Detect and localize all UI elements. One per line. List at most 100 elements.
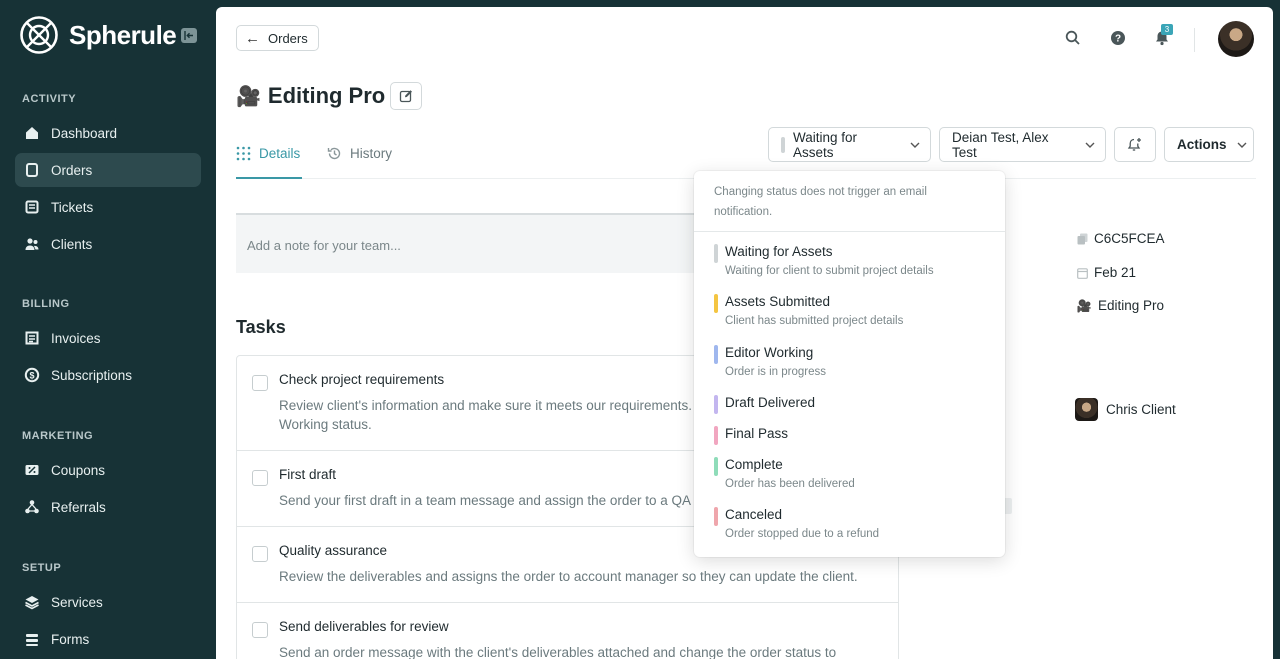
- task-checkbox[interactable]: [252, 375, 268, 391]
- status-dropdown-menu: Changing status does not trigger an emai…: [694, 171, 1005, 557]
- clients-icon: [23, 235, 41, 253]
- order-date: Feb 21: [1094, 265, 1137, 280]
- actions-button[interactable]: Actions: [1164, 127, 1254, 162]
- status-select[interactable]: Waiting for Assets: [768, 127, 931, 162]
- status-option-label: Waiting for Assets: [725, 244, 833, 259]
- task-description: Review the deliverables and assigns the …: [279, 569, 858, 584]
- sidebar-item-orders[interactable]: Orders: [15, 153, 201, 187]
- user-avatar[interactable]: [1218, 21, 1254, 57]
- sidebar-item-forms[interactable]: Forms: [15, 622, 201, 656]
- history-icon: [327, 146, 342, 161]
- status-option-desc: Waiting for client to submit project det…: [725, 265, 934, 277]
- status-select-value: Waiting for Assets: [792, 129, 858, 160]
- bell-plus-icon: [1127, 137, 1141, 151]
- main-panel: ← Orders ? 3 🎥 Editing Pro Details Histo…: [216, 7, 1273, 659]
- forms-icon: [23, 630, 41, 648]
- order-title: Editing Pro: [267, 83, 386, 108]
- header-divider: [1194, 28, 1195, 52]
- task-checkbox[interactable]: [252, 470, 268, 486]
- task-description-line: Review client's information and make sur…: [279, 398, 704, 413]
- chevron-down-icon: [1237, 139, 1247, 151]
- task-checkbox[interactable]: [252, 622, 268, 638]
- edit-title-button[interactable]: [390, 82, 422, 110]
- tab-details[interactable]: Details: [236, 146, 300, 161]
- follow-notifications-button[interactable]: [1114, 127, 1156, 162]
- status-color-bar: [714, 457, 718, 476]
- active-tab-indicator: [236, 177, 302, 179]
- task-item: Send deliverables for review Send an ord…: [237, 603, 898, 659]
- svg-text:$: $: [29, 370, 34, 380]
- sidebar-item-label: Referrals: [51, 499, 106, 515]
- section-title-billing: BILLING: [22, 298, 70, 310]
- subscription-icon: $: [23, 366, 41, 384]
- status-color-bar: [714, 395, 718, 414]
- section-title-setup: SETUP: [22, 562, 62, 574]
- assignees-select[interactable]: Deian Test, Alex Test: [939, 127, 1106, 162]
- order-client-row[interactable]: Chris Client: [1075, 398, 1176, 421]
- sidebar-item-subscriptions[interactable]: $ Subscriptions: [15, 358, 201, 392]
- status-option-label: Complete: [725, 457, 783, 472]
- actions-label: Actions: [1177, 137, 1227, 152]
- help-icon[interactable]: ?: [1109, 29, 1127, 47]
- back-to-orders-button[interactable]: ← Orders: [236, 25, 319, 51]
- status-option-desc: Order has been delivered: [725, 478, 855, 490]
- tab-label: History: [350, 146, 393, 161]
- referrals-icon: [23, 498, 41, 516]
- svg-text:?: ?: [1115, 34, 1121, 45]
- spherule-logo-icon: [20, 16, 58, 54]
- sidebar: Spherule ACTIVITY Dashboard Orders Ticke…: [0, 0, 216, 659]
- edit-icon: [399, 90, 412, 103]
- order-id-row: C6C5FCEA: [1075, 231, 1165, 246]
- sidebar-item-coupons[interactable]: Coupons: [15, 453, 201, 487]
- notification-badge: 3: [1161, 24, 1173, 35]
- sidebar-item-invoices[interactable]: Invoices: [15, 321, 201, 355]
- sidebar-item-dashboard[interactable]: Dashboard: [15, 116, 201, 150]
- collapse-sidebar-icon[interactable]: [181, 28, 197, 43]
- video-camera-icon: 🎥: [1076, 298, 1092, 313]
- search-icon[interactable]: [1064, 29, 1082, 47]
- client-avatar: [1075, 398, 1098, 421]
- task-title: Send deliverables for review: [279, 619, 449, 634]
- status-option-label: Editor Working: [725, 345, 814, 360]
- order-service[interactable]: Editing Pro: [1098, 298, 1164, 313]
- services-icon: [23, 593, 41, 611]
- tab-history[interactable]: History: [327, 146, 392, 161]
- home-icon: [23, 124, 41, 142]
- status-option-complete[interactable]: Complete Order has been delivered: [714, 457, 855, 490]
- client-name: Chris Client: [1106, 402, 1176, 417]
- sidebar-item-referrals[interactable]: Referrals: [15, 490, 201, 524]
- team-note-input[interactable]: Add a note for your team...: [236, 213, 716, 273]
- status-option-assets-submitted[interactable]: Assets Submitted Client has submitted pr…: [714, 294, 903, 327]
- status-option-editor-working[interactable]: Editor Working Order is in progress: [714, 345, 826, 378]
- status-option-label: Final Pass: [725, 426, 789, 441]
- status-option-label: Assets Submitted: [725, 294, 831, 309]
- status-option-canceled[interactable]: Canceled Order stopped due to a refund: [714, 507, 879, 540]
- back-button-label: Orders: [268, 30, 308, 46]
- sidebar-item-label: Clients: [51, 236, 93, 252]
- sidebar-item-label: Subscriptions: [51, 367, 133, 383]
- order-service-row: 🎥 Editing Pro: [1075, 298, 1165, 313]
- chevron-down-icon: [1085, 139, 1095, 151]
- status-color-bar: [714, 426, 718, 445]
- sidebar-item-services[interactable]: Services: [15, 585, 201, 619]
- status-color-bar: [714, 507, 718, 526]
- status-option-waiting-for-assets[interactable]: Waiting for Assets Waiting for client to…: [714, 244, 934, 277]
- copy-icon[interactable]: [1075, 233, 1089, 245]
- status-color-bar: [714, 244, 718, 263]
- brand[interactable]: Spherule: [19, 15, 177, 55]
- status-color-bar: [714, 345, 718, 364]
- sidebar-item-label: Orders: [51, 162, 93, 178]
- arrow-left-icon: ←: [245, 29, 260, 47]
- sidebar-item-clients[interactable]: Clients: [15, 227, 201, 261]
- status-option-desc: Order is in progress: [725, 366, 826, 378]
- task-checkbox[interactable]: [252, 546, 268, 562]
- sidebar-item-label: Forms: [51, 631, 90, 647]
- sidebar-item-tickets[interactable]: Tickets: [15, 190, 201, 224]
- status-option-final-pass[interactable]: Final Pass: [714, 426, 788, 445]
- status-option-draft-delivered[interactable]: Draft Delivered: [714, 395, 815, 414]
- brand-name: Spherule: [69, 19, 177, 50]
- sidebar-item-label: Services: [51, 594, 103, 610]
- grid-icon: [236, 146, 251, 161]
- status-option-label: Draft Delivered: [725, 395, 816, 410]
- invoice-icon: [23, 329, 41, 347]
